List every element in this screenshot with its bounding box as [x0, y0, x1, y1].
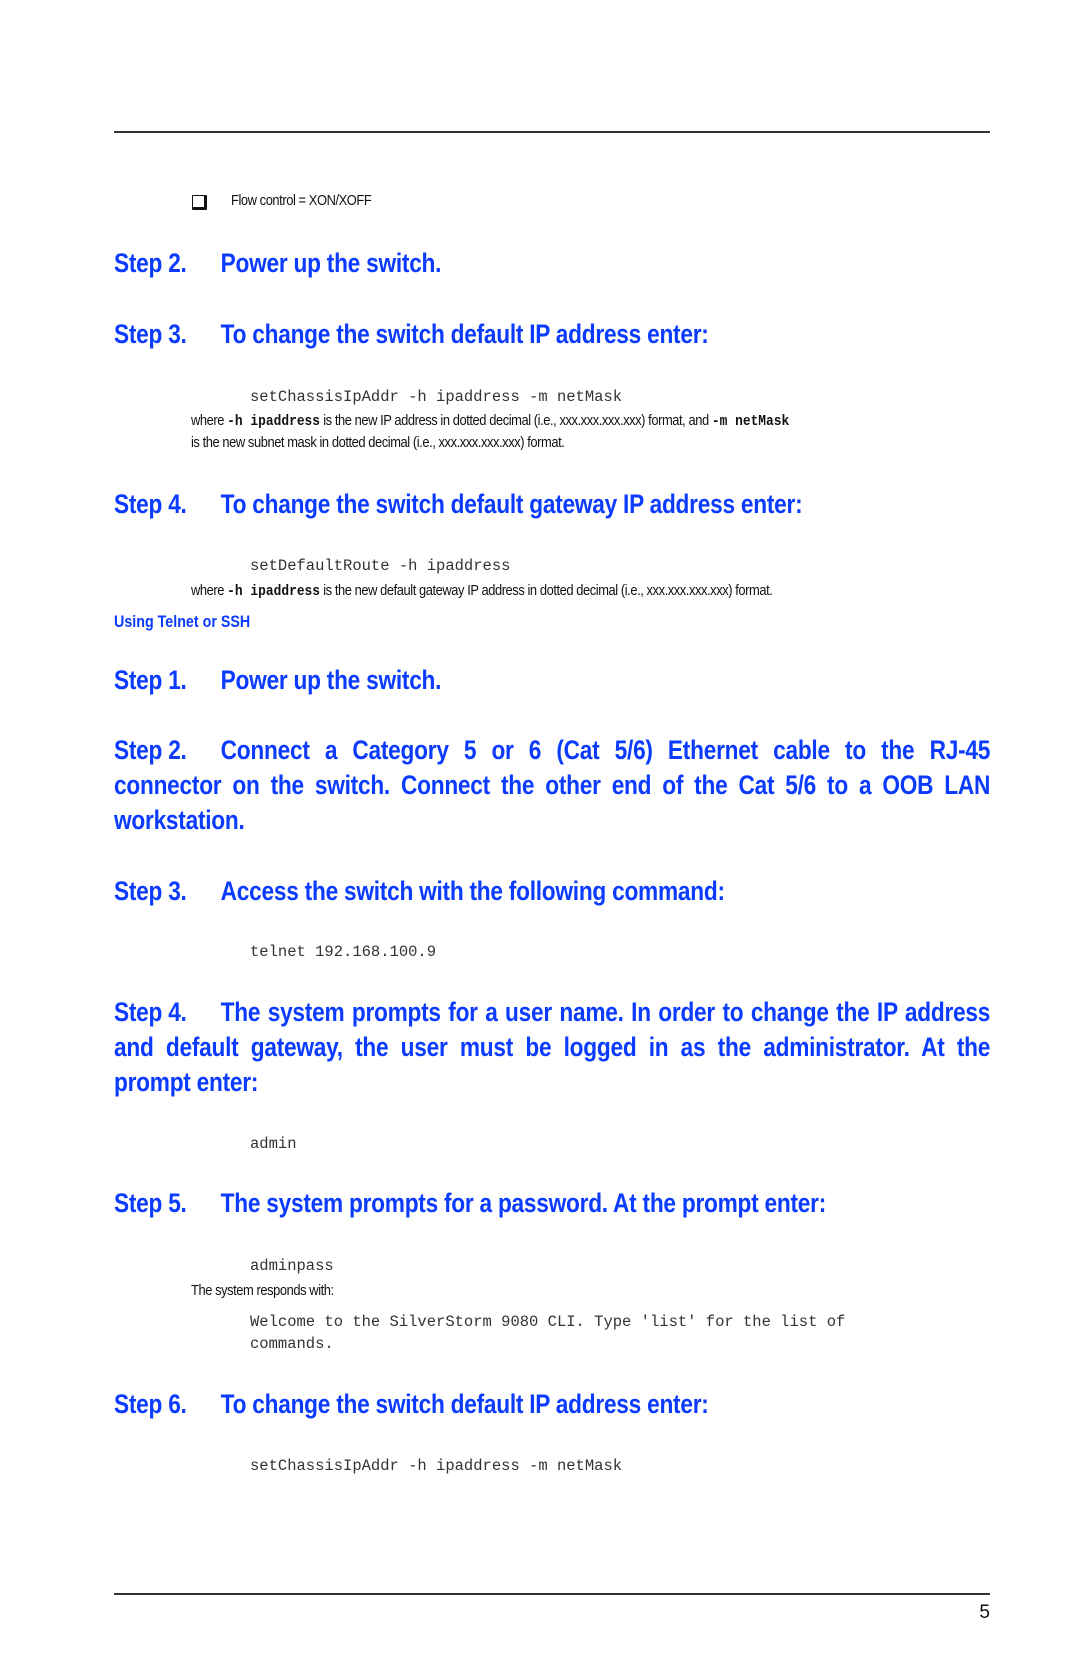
code-set-chassis-ip-final: setChassisIpAddr -h ipaddress -m netMask: [250, 1457, 623, 1475]
step-number: Step 2.: [114, 735, 187, 765]
code-set-chassis-ip: setChassisIpAddr -h ipaddress -m netMask: [250, 388, 623, 406]
step-text: To change the switch default IP address …: [220, 1389, 709, 1419]
step-text: The system prompts for a password. At th…: [220, 1188, 827, 1218]
step-text: Access the switch with the following com…: [220, 876, 725, 906]
header-rule: [114, 131, 990, 133]
flag-h-ipaddress: -h ipaddress: [227, 413, 321, 430]
step-text: Power up the switch.: [220, 248, 442, 278]
step-4-username-heading: Step 4. The system prompts for a user nam…: [114, 995, 990, 1100]
flow-control-item: Flow control = XON/XOFF: [231, 192, 372, 209]
where-netmask-description: is the new subnet mask in dotted decimal…: [191, 434, 565, 451]
step-number: Step 1.: [114, 665, 187, 695]
step-number: Step 4.: [114, 489, 187, 519]
step-number: Step 3.: [114, 319, 187, 349]
flag-m-netmask: -m netMask: [711, 413, 790, 430]
code-set-default-route: setDefaultRoute -h ipaddress: [250, 557, 511, 575]
where-mid: is the new IP address in dotted decimal …: [320, 412, 712, 429]
step-text: To change the switch default gateway IP …: [220, 489, 803, 519]
step-2-power-heading: Step 2. Power up the switch.: [114, 246, 990, 281]
step-3-access-heading: Step 3. Access the switch with the follow…: [114, 874, 990, 909]
step-3-ip-heading: Step 3. To change the switch default IP a…: [114, 317, 990, 352]
flag-h-ipaddress: -h ipaddress: [227, 583, 321, 600]
where-prefix: where: [191, 412, 228, 429]
where-prefix: where: [191, 582, 228, 599]
step-6-ip-heading: Step 6. To change the switch default IP a…: [114, 1387, 990, 1422]
welcome-message-line2: commands.: [250, 1335, 334, 1353]
code-admin: admin: [250, 1135, 297, 1153]
page-number: 5: [979, 1602, 990, 1623]
code-adminpass: adminpass: [250, 1257, 334, 1275]
checkbox-bullet-icon: [192, 195, 207, 210]
where-gateway-description: where -h ipaddress is the new default ga…: [191, 582, 773, 600]
code-telnet: telnet 192.168.100.9: [250, 943, 437, 961]
step-text: Connect a Category 5 or 6 (Cat 5/6) Ethe…: [114, 735, 991, 835]
step-text: Power up the switch.: [220, 665, 442, 695]
step-number: Step 3.: [114, 876, 187, 906]
step-number: Step 6.: [114, 1389, 187, 1419]
step-number: Step 2.: [114, 248, 187, 278]
step-2-connect-heading: Step 2. Connect a Category 5 or 6 (Cat 5/…: [114, 733, 990, 838]
step-text: The system prompts for a user name. In o…: [114, 997, 991, 1097]
step-5-password-heading: Step 5. The system prompts for a password…: [114, 1186, 990, 1221]
system-responds-text: The system responds with:: [191, 1282, 334, 1299]
step-number: Step 4.: [114, 997, 187, 1027]
step-text: To change the switch default IP address …: [220, 319, 709, 349]
step-number: Step 5.: [114, 1188, 187, 1218]
step-4-gateway-heading: Step 4. To change the switch default gate…: [114, 487, 990, 522]
where-rest: is the new default gateway IP address in…: [320, 582, 773, 599]
footer-rule: [114, 1593, 990, 1595]
step-1-power-heading: Step 1. Power up the switch.: [114, 663, 990, 698]
where-ip-description: where -h ipaddress is the new IP address…: [191, 412, 789, 430]
welcome-message-line1: Welcome to the SilverStorm 9080 CLI. Typ…: [250, 1313, 846, 1331]
section-title-telnet-ssh: Using Telnet or SSH: [114, 612, 251, 631]
